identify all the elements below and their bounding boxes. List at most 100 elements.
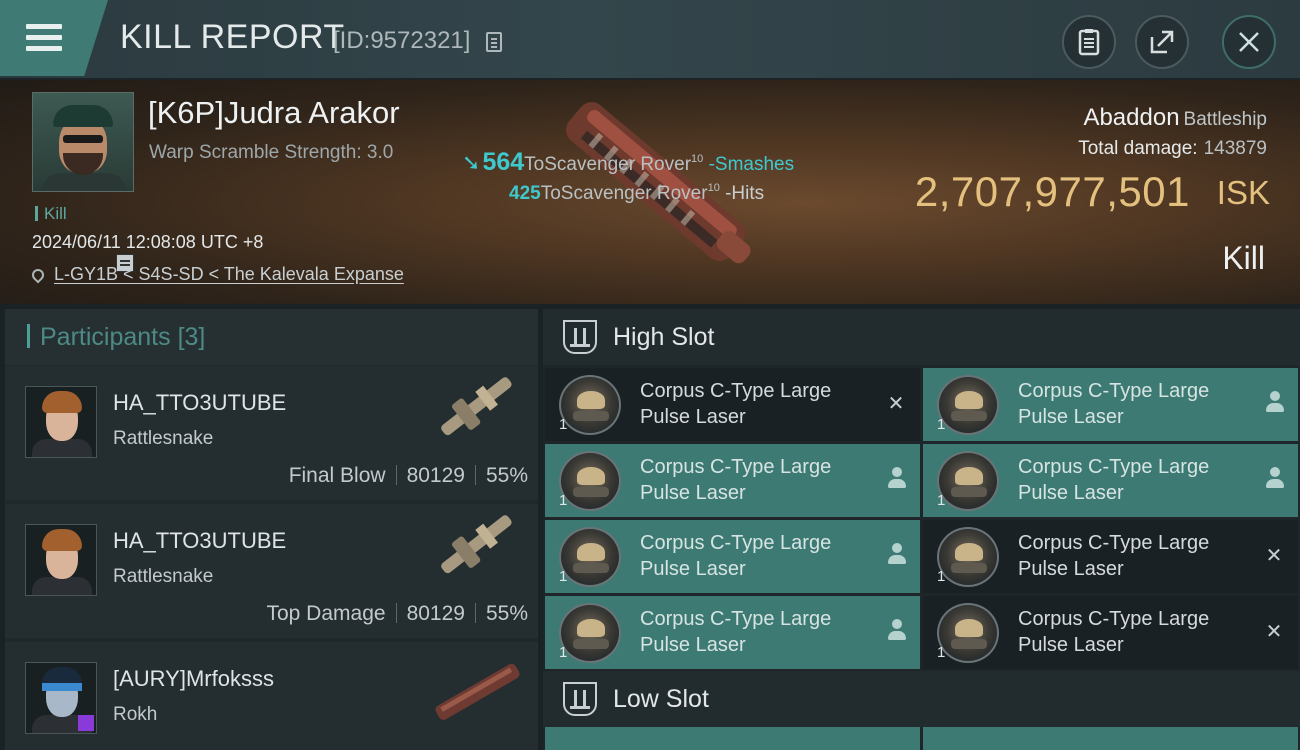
participant-percent: 55%	[485, 602, 528, 625]
participant-name: HA_TTO3UTUBE	[113, 390, 287, 415]
pulse-laser-icon	[937, 527, 999, 587]
participant-ship: Rattlesnake	[113, 566, 214, 587]
module-item[interactable]: 1 Corpus C-Type Large Pulse Laser	[545, 444, 920, 517]
destroyed-icon: ✕	[1265, 621, 1283, 643]
participant-role: Final Blow	[288, 464, 386, 487]
participant-ship-image	[441, 377, 512, 436]
participant-name: HA_TTO3UTUBE	[113, 528, 287, 553]
destroyed-icon: ✕	[1265, 545, 1283, 567]
participant-avatar[interactable]	[25, 524, 97, 596]
share-button[interactable]	[1135, 15, 1189, 69]
victim-avatar[interactable]	[32, 92, 134, 192]
high-slot-icon	[563, 320, 597, 354]
module-item[interactable]: 1 Corpus C-Type Large Pulse Laser ✕	[545, 368, 920, 441]
share-icon	[1150, 30, 1174, 54]
isk-value: 2,707,977,501	[914, 168, 1190, 215]
participant-avatar[interactable]	[25, 662, 97, 734]
result-label: Kill	[1222, 240, 1265, 276]
kill-location[interactable]: L-GY1B < S4S-SD < The Kalevala Expanse	[29, 264, 404, 285]
ship-name: Abaddon	[1083, 104, 1180, 131]
pulse-laser-icon	[559, 527, 621, 587]
module-name: Corpus C-Type Large Pulse Laser	[640, 608, 832, 656]
ship-class: Battleship	[1183, 109, 1267, 130]
participant-row[interactable]: HA_TTO3UTUBE Rattlesnake Top Damage 80129…	[5, 504, 538, 638]
participant-damage: 80129	[406, 464, 465, 487]
destroyed-icon: ✕	[887, 393, 905, 415]
hit-level: 10	[691, 153, 704, 165]
participant-stats: Final Blow 80129 55%	[289, 464, 528, 488]
module-item[interactable]: 1 Corpus C-Type Large Pulse Laser ✕	[923, 520, 1298, 593]
isk-unit: ISK	[1216, 174, 1270, 211]
report-id: [ID:9572321]	[333, 27, 471, 54]
participant-ship: Rokh	[113, 704, 158, 725]
rank-badge-icon	[78, 715, 94, 731]
low-slot-header: Low Slot	[543, 671, 1300, 727]
copy-icon[interactable]	[486, 32, 502, 52]
low-slot-title: Low Slot	[613, 685, 709, 713]
participant-ship: Rattlesnake	[113, 428, 214, 449]
hit-verb: -Smashes	[708, 154, 795, 175]
pulse-laser-icon	[559, 375, 621, 435]
victim-ship: Abaddon Battleship	[1083, 104, 1267, 132]
module-qty: 1	[937, 568, 946, 585]
hit-damage: 564	[482, 148, 525, 176]
module-name: Corpus C-Type Large Pulse Laser	[1018, 608, 1210, 656]
location-link[interactable]: L-GY1B < S4S-SD < The Kalevala Expanse	[54, 264, 404, 284]
participants-header: Participants [3]	[5, 309, 538, 365]
victim-name[interactable]: [K6P]Judra Arakor	[148, 95, 400, 131]
module-item[interactable]: 1 Corpus C-Type Large Pulse Laser	[923, 368, 1298, 441]
module-name: Corpus C-Type Large Pulse Laser	[640, 456, 832, 504]
pulse-laser-icon	[559, 603, 621, 663]
participant-avatar[interactable]	[25, 386, 97, 458]
close-icon	[1239, 32, 1259, 52]
participants-label: Participants	[40, 323, 171, 351]
fitting-panel[interactable]: High Slot 1 Corpus C-Type Large Pulse Las…	[543, 309, 1300, 750]
module-item[interactable]: 1 Corpus C-Type Large Pulse Laser ✕	[923, 596, 1298, 669]
clipboard-button[interactable]	[1062, 15, 1116, 69]
hit-verb: -Hits	[725, 183, 765, 204]
hit-line-1: ➘564ToScavenger Rover10 -Smashes	[462, 148, 794, 177]
menu-button[interactable]	[0, 0, 108, 76]
pulse-laser-icon	[559, 451, 621, 511]
dropped-pilot-icon	[888, 543, 906, 565]
module-item-partial[interactable]	[923, 727, 1298, 750]
dropped-pilot-icon	[1266, 467, 1284, 489]
module-qty: 1	[559, 568, 568, 585]
module-item[interactable]: 1 Corpus C-Type Large Pulse Laser	[545, 596, 920, 669]
module-item[interactable]: 1 Corpus C-Type Large Pulse Laser	[545, 520, 920, 593]
module-qty: 1	[937, 492, 946, 509]
participants-title: Participants [3]	[27, 323, 205, 352]
participant-row[interactable]: [AURY]Mrfoksss Rokh	[5, 642, 538, 750]
kill-tag: Kill	[35, 204, 67, 224]
module-qty: 1	[559, 416, 568, 433]
participant-name: [AURY]Mrfoksss	[113, 666, 274, 691]
participant-damage: 80129	[406, 602, 465, 625]
high-slot-header: High Slot	[543, 309, 1300, 365]
module-name: Corpus C-Type Large Pulse Laser	[1018, 456, 1210, 504]
hit-damage: 425	[509, 183, 541, 204]
module-qty: 1	[937, 416, 946, 433]
participant-percent: 55%	[485, 464, 528, 487]
kill-datetime: 2024/06/11 12:08:08 UTC +8	[32, 232, 264, 252]
participant-stats: Top Damage 80129 55%	[266, 602, 528, 626]
module-qty: 1	[559, 644, 568, 661]
total-damage: Total damage: 143879	[1078, 138, 1267, 160]
pulse-laser-icon	[937, 375, 999, 435]
hit-level: 10	[707, 182, 720, 194]
hit-target: ToScavenger Rover	[540, 183, 708, 204]
clipboard-icon	[1078, 29, 1100, 56]
participant-row[interactable]: HA_TTO3UTUBE Rattlesnake Final Blow 80129…	[5, 366, 538, 500]
module-qty: 1	[937, 644, 946, 661]
kill-summary-banner: [K6P]Judra Arakor Warp Scramble Strength…	[0, 80, 1300, 304]
participants-panel[interactable]: Participants [3] HA_TTO3UTUBE Rattlesnak…	[5, 309, 538, 750]
pulse-laser-icon	[937, 603, 999, 663]
page-title: KILL REPORT	[120, 18, 345, 56]
dropped-pilot-icon	[888, 467, 906, 489]
module-item-partial[interactable]	[545, 727, 920, 750]
menu-icon	[26, 24, 62, 52]
total-damage-label: Total damage:	[1078, 138, 1198, 159]
pulse-laser-icon	[937, 451, 999, 511]
close-button[interactable]	[1222, 15, 1276, 69]
damage-arrow-icon: ➘	[462, 150, 481, 175]
module-item[interactable]: 1 Corpus C-Type Large Pulse Laser	[923, 444, 1298, 517]
